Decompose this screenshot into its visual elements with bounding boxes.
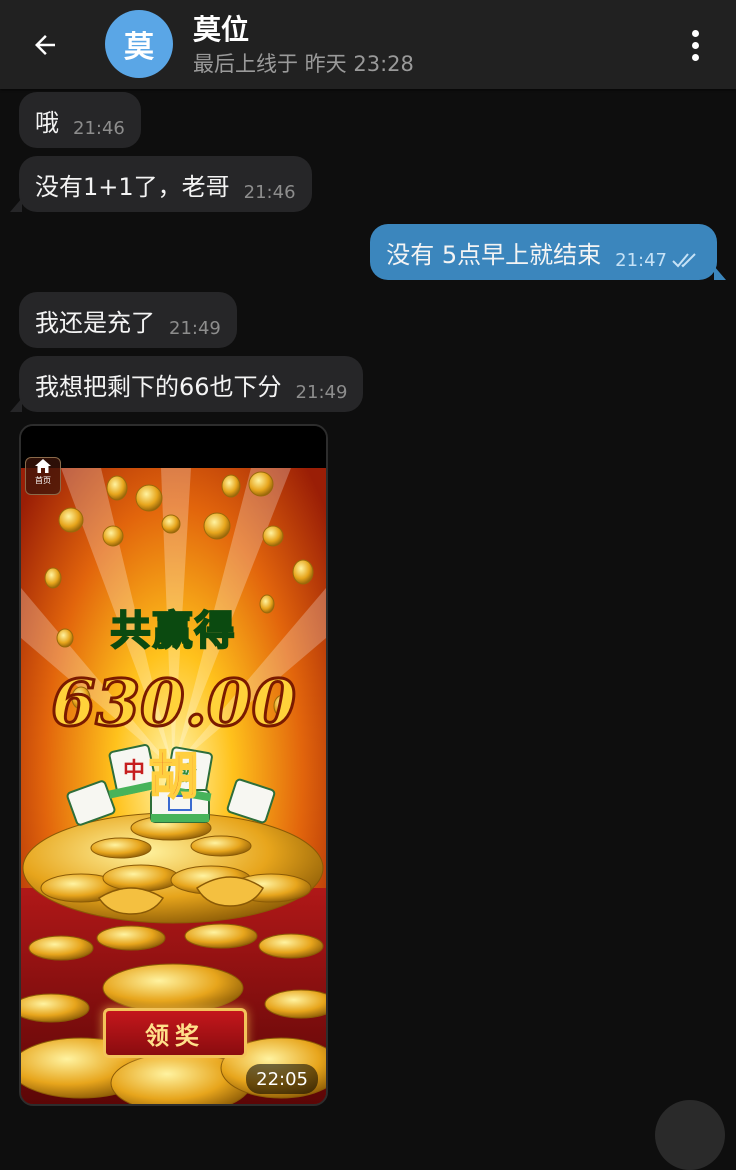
- arrow-left-icon: [35, 35, 55, 55]
- message-time: 21:47: [615, 249, 667, 271]
- message-time: 21:46: [243, 181, 296, 203]
- photo-message[interactable]: 中 發 共赢得 630.00 胡 领奖 首页 22:05: [19, 424, 328, 1106]
- home-label: 首页: [35, 476, 51, 485]
- win-title: 共赢得: [110, 606, 237, 655]
- message-bubble[interactable]: 哦 21:46: [19, 92, 141, 148]
- message-bubble-outgoing[interactable]: 没有 5点早上就结束 21:47: [370, 224, 726, 280]
- more-options-button[interactable]: [680, 24, 710, 66]
- win-hu-char: 胡: [148, 745, 200, 806]
- last-seen-status: 最后上线于 昨天 23:28: [193, 52, 414, 76]
- message-bubble[interactable]: 我想把剩下的66也下分 21:49: [9, 356, 364, 412]
- photo-top-bar: [21, 426, 326, 468]
- message-text: 哦: [35, 108, 59, 137]
- message-time: 21:46: [73, 117, 125, 139]
- dot-icon: [691, 41, 699, 49]
- message-text: 没有 5点早上就结束: [386, 240, 602, 269]
- contact-name[interactable]: 莫位: [193, 8, 249, 48]
- back-button[interactable]: [26, 26, 64, 64]
- message-text: 我想把剩下的66也下分: [35, 372, 282, 401]
- double-check-icon: [672, 253, 696, 268]
- game-screenshot-image: 中 發 共赢得 630.00 胡 领奖: [21, 468, 326, 1104]
- photo-time: 22:05: [246, 1064, 318, 1094]
- win-amount: 630.00: [50, 665, 298, 743]
- scroll-down-button[interactable]: [655, 1100, 725, 1170]
- home-icon: [35, 459, 51, 473]
- message-time: 21:49: [295, 381, 348, 403]
- chat-header: 莫 莫位 最后上线于 昨天 23:28: [0, 0, 736, 89]
- dot-icon: [691, 29, 699, 37]
- message-text: 没有1+1了，老哥: [35, 172, 230, 201]
- avatar[interactable]: 莫: [105, 10, 173, 78]
- game-home-button: 首页: [25, 457, 61, 495]
- message-text: 我还是充了: [35, 308, 155, 337]
- message-bubble[interactable]: 我还是充了 21:49: [19, 292, 237, 348]
- message-time: 21:49: [169, 317, 221, 339]
- claim-reward-button: 领奖: [103, 1008, 247, 1058]
- dot-icon: [691, 53, 699, 61]
- message-bubble[interactable]: 没有1+1了，老哥 21:46: [10, 156, 312, 212]
